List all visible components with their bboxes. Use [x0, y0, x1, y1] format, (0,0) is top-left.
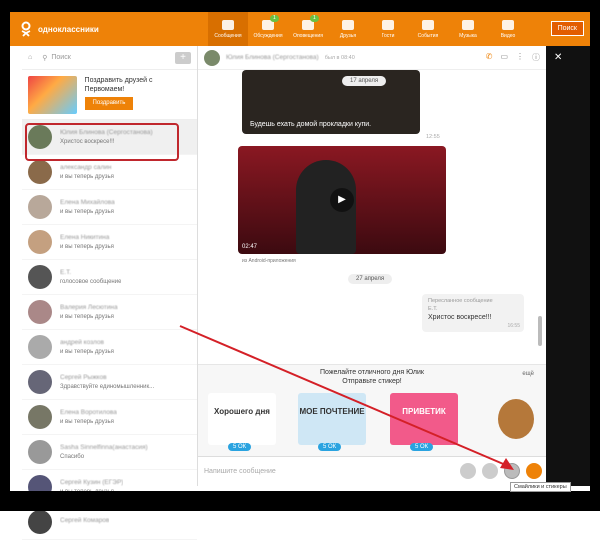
- chat-name: Сергей Комаров: [60, 517, 110, 524]
- avatar: [28, 510, 52, 534]
- annotation-arrow: [179, 325, 514, 470]
- tooltip: Смайлики и стикеры: [510, 482, 571, 492]
